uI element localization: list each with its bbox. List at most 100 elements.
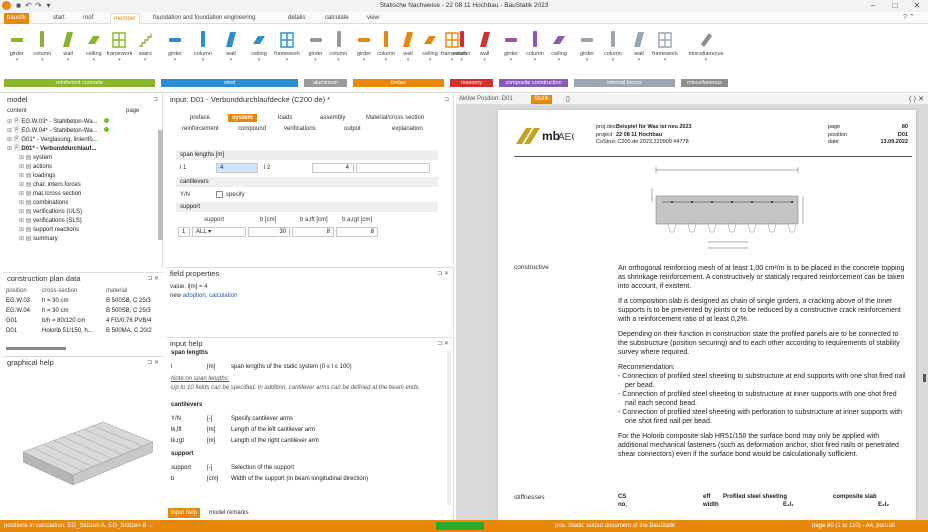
tab-calculate[interactable]: calculate bbox=[322, 13, 352, 24]
model-subitem[interactable]: ⊞ ▤ char. intern.forces bbox=[7, 181, 157, 190]
chevron-down-icon[interactable]: ▾ bbox=[681, 57, 731, 63]
undo-icon[interactable]: ↶ bbox=[24, 1, 33, 10]
chevron-down-icon[interactable]: ▾ bbox=[626, 57, 652, 63]
ribbon-reinforced-concrete-column-button[interactable]: column ▾ bbox=[30, 30, 56, 70]
chevron-down-icon[interactable]: ▾ bbox=[652, 57, 678, 63]
ribbon-timber-girder-button[interactable]: girder ▾ bbox=[353, 30, 375, 70]
chevron-down-icon[interactable]: ▾ bbox=[353, 57, 375, 63]
chevron-down-icon[interactable]: ▾ bbox=[600, 57, 626, 63]
chevron-down-icon[interactable]: ▾ bbox=[81, 57, 107, 63]
model-subitem[interactable]: ⊞ ▤ loadings bbox=[7, 172, 157, 181]
tab-model-remarks[interactable]: model remarks bbox=[206, 508, 252, 518]
ribbon-steel-girder-button[interactable]: girder ▾ bbox=[161, 30, 189, 70]
specify-checkbox[interactable] bbox=[216, 191, 223, 198]
input-tab-assembly[interactable]: assembly bbox=[316, 114, 349, 122]
ribbon-composite-construction-column-button[interactable]: column ▾ bbox=[523, 30, 547, 70]
chevron-down-icon[interactable]: ▾ bbox=[107, 57, 133, 63]
support-select[interactable]: ALL ▾ bbox=[192, 227, 246, 237]
ribbon-aluminium-girder-button[interactable]: girder ▾ bbox=[304, 30, 327, 70]
model-subitem[interactable]: ⊞ ▤ system bbox=[7, 154, 157, 163]
input-tab-reinforcement[interactable]: reinforcement bbox=[182, 126, 219, 132]
ribbon-steel-column-button[interactable]: column ▾ bbox=[189, 30, 217, 70]
chevron-down-icon[interactable]: ▾ bbox=[30, 57, 56, 63]
cp-hscrollbar[interactable] bbox=[6, 347, 66, 350]
save-icon[interactable]: ■ bbox=[14, 1, 23, 10]
chevron-down-icon[interactable]: ▾ bbox=[419, 57, 441, 63]
statik-tab[interactable]: Statik bbox=[531, 95, 553, 104]
ribbon-timber-column-button[interactable]: column ▾ bbox=[375, 30, 397, 70]
model-item[interactable]: ⊞ Ⓟ G01* - Verglasung, linienfö... bbox=[7, 136, 157, 145]
chevron-down-icon[interactable]: ▾ bbox=[245, 57, 273, 63]
chevron-down-icon[interactable]: ▾ bbox=[574, 57, 600, 63]
chevron-down-icon[interactable]: ▾ bbox=[304, 57, 327, 63]
model-subitem[interactable]: ⊞ ▤ mat./cross section bbox=[7, 190, 157, 199]
ih-pin-close-icon[interactable]: ⊐ ✕ bbox=[437, 340, 449, 347]
chevron-down-icon[interactable]: ▾ bbox=[327, 57, 350, 63]
ribbon-masonry-wall-button[interactable]: wall ▾ bbox=[473, 30, 496, 70]
expand-icon[interactable]: ⊞ bbox=[19, 155, 24, 161]
adoption-link[interactable]: adoption bbox=[183, 293, 206, 299]
chevron-down-icon[interactable]: ▾ bbox=[375, 57, 397, 63]
chevron-down-icon[interactable]: ▾ bbox=[397, 57, 419, 63]
chevron-down-icon[interactable]: ▾ bbox=[132, 57, 158, 63]
expand-icon[interactable]: ⊞ bbox=[7, 119, 12, 125]
pin-close-icon-2[interactable]: ⊐ ✕ bbox=[147, 359, 159, 366]
chevron-down-icon[interactable]: ▾ bbox=[4, 57, 30, 63]
ribbon-masonry-column-button[interactable]: column ▾ bbox=[450, 30, 473, 70]
expand-icon[interactable]: ⊞ bbox=[7, 137, 12, 143]
calculation-link[interactable]: calculation bbox=[209, 293, 237, 299]
tab-baustik[interactable]: baustik bbox=[4, 13, 30, 24]
ribbon-reinforced-concrete-girder-button[interactable]: girder ▾ bbox=[4, 30, 30, 70]
ribbon-internal-forces-column-button[interactable]: column ▾ bbox=[600, 30, 626, 70]
ribbon-reinforced-concrete-stairs-button[interactable]: stairs ▾ bbox=[132, 30, 158, 70]
input-tab-compound[interactable]: compound bbox=[238, 126, 266, 132]
ribbon-reinforced-concrete-framework-button[interactable]: framework ▾ bbox=[107, 30, 133, 70]
chevron-down-icon[interactable]: ▾ bbox=[161, 57, 189, 63]
chevron-down-icon[interactable]: ▾ bbox=[273, 57, 301, 63]
tab-view[interactable]: view bbox=[364, 13, 382, 24]
model-item[interactable]: ⊞ Ⓟ EG.W.03* - Stahlbeton-Wa... bbox=[7, 118, 157, 127]
expand-icon[interactable]: ⊞ bbox=[19, 236, 24, 242]
ribbon-internal-forces-framework-button[interactable]: framework ▾ bbox=[652, 30, 678, 70]
tab-details[interactable]: details bbox=[285, 13, 308, 24]
fp-pin-close-icon[interactable]: ⊐ ✕ bbox=[437, 270, 449, 277]
active-position-label[interactable]: Aktive Position: D01 bbox=[459, 96, 513, 102]
ribbon-steel-wall-button[interactable]: wall ▾ bbox=[217, 30, 245, 70]
ribbon-steel-ceiling-button[interactable]: ceiling ▾ bbox=[245, 30, 273, 70]
ribbon-internal-forces-girder-button[interactable]: girder ▾ bbox=[574, 30, 600, 70]
model-subitem[interactable]: ⊞ ▤ actions bbox=[7, 163, 157, 172]
ribbon-reinforced-concrete-ceiling-button[interactable]: ceiling ▾ bbox=[81, 30, 107, 70]
chevron-down-icon[interactable]: ▾ bbox=[473, 57, 496, 63]
customize-qat-icon[interactable]: ▾ bbox=[44, 1, 53, 10]
input-tab-material-cross-section[interactable]: Material/cross section bbox=[362, 114, 428, 122]
model-item[interactable]: ⊞ Ⓟ D01* - Verbunddurchlauf... bbox=[7, 145, 157, 154]
support-b-input[interactable]: 30 bbox=[248, 227, 290, 237]
tab-member[interactable]: member bbox=[110, 13, 141, 24]
chevron-down-icon[interactable]: ▾ bbox=[499, 57, 523, 63]
model-subitem[interactable]: ⊞ ▤ combinations bbox=[7, 199, 157, 208]
support-ba-lft-input[interactable]: 8 bbox=[292, 227, 334, 237]
model-subitem[interactable]: ⊞ ▤ verifications (ULS) bbox=[7, 208, 157, 217]
close-icon[interactable]: ✕ bbox=[906, 0, 928, 12]
doc-close-icon[interactable]: ⟨ ⟩ ✕ bbox=[909, 95, 924, 103]
model-item[interactable]: ⊞ Ⓟ EG.W.04* - Stahlbeton-Wa... bbox=[7, 127, 157, 136]
chevron-down-icon[interactable]: ▾ bbox=[547, 57, 571, 63]
ribbon-composite-construction-girder-button[interactable]: girder ▾ bbox=[499, 30, 523, 70]
ribbon-timber-wall-button[interactable]: wall ▾ bbox=[397, 30, 419, 70]
doc-scrollbar[interactable] bbox=[923, 374, 926, 382]
model-scrollbar[interactable] bbox=[158, 130, 163, 240]
pin-close-icon[interactable]: ⊐ ✕ bbox=[147, 275, 159, 282]
input-tab-loads[interactable]: loads bbox=[274, 114, 296, 122]
expand-icon[interactable]: ⊞ bbox=[19, 227, 24, 233]
ribbon-steel-framework-button[interactable]: framework ▾ bbox=[273, 30, 301, 70]
ih-scrollbar[interactable] bbox=[447, 350, 451, 505]
input-tab-verifications[interactable]: verifications bbox=[284, 126, 316, 132]
chevron-down-icon[interactable]: ▾ bbox=[189, 57, 217, 63]
tab-roof[interactable]: roof bbox=[80, 13, 96, 24]
tab-input-help[interactable]: input help bbox=[168, 508, 201, 518]
chevron-down-icon[interactable]: ▾ bbox=[55, 57, 81, 63]
expand-icon[interactable]: ⊞ bbox=[19, 218, 24, 224]
expand-icon[interactable]: ⊞ bbox=[19, 182, 24, 188]
chevron-down-icon[interactable]: ▾ bbox=[217, 57, 245, 63]
expand-icon[interactable]: ⊞ bbox=[19, 209, 24, 215]
